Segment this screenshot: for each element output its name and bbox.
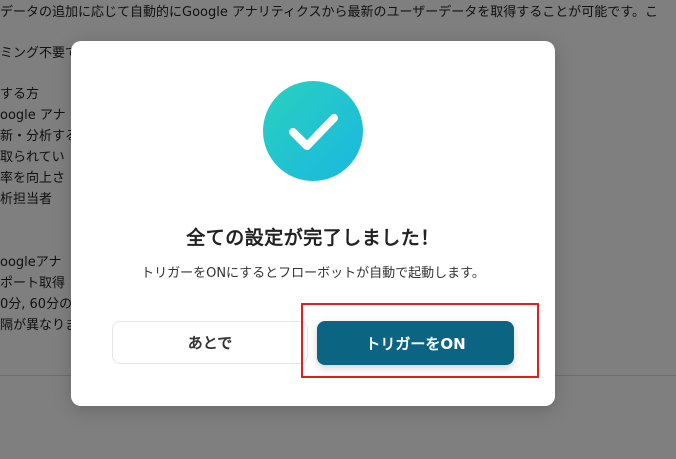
- completion-dialog: 全ての設定が完了しました！ トリガーをONにするとフローボットが自動で起動します…: [71, 41, 555, 406]
- check-icon: [263, 81, 363, 181]
- dialog-title: 全ての設定が完了しました！: [186, 227, 440, 249]
- dialog-message: トリガーをONにするとフローボットが自動で起動します。: [141, 266, 485, 281]
- trigger-on-button[interactable]: トリガーをON: [317, 321, 514, 365]
- later-button[interactable]: あとで: [112, 321, 308, 364]
